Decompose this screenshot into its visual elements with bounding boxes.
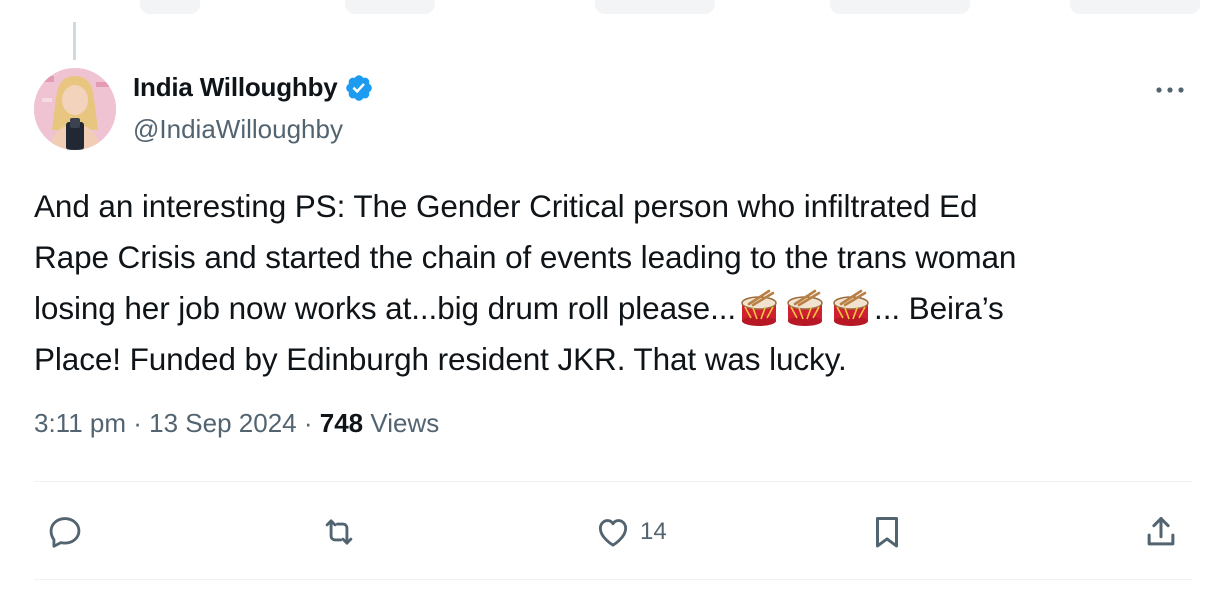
tweet-meta: 3:11 pm · 13 Sep 2024 · 748 Views	[34, 408, 439, 439]
tweet-text-line: losing her job now works at...big drum r…	[34, 283, 1194, 334]
like-count: 14	[640, 518, 667, 545]
author-name-row[interactable]: India Willoughby	[133, 72, 374, 103]
tweet-date[interactable]: 13 Sep 2024	[149, 408, 296, 438]
repost-icon	[320, 513, 358, 551]
previous-tweet-actions-remnant	[0, 0, 1214, 22]
tweet-text-segment: losing her job now works at...big drum r…	[34, 290, 737, 326]
tweet-text-segment: ... Beira’s	[874, 290, 1004, 326]
bookmark-icon	[868, 513, 906, 551]
tweet-text-line: Rape Crisis and started the chain of eve…	[34, 239, 1017, 275]
drum-emoji-icon	[739, 287, 779, 327]
thread-connector-line	[73, 22, 76, 60]
reply-button[interactable]	[46, 510, 84, 554]
meta-separator: ·	[303, 408, 313, 438]
like-button[interactable]: 14	[594, 510, 667, 554]
more-options-icon[interactable]	[1152, 78, 1188, 102]
drum-emoji-icon	[785, 287, 825, 327]
divider	[34, 481, 1192, 482]
views-label[interactable]: Views	[370, 408, 439, 438]
tweet-text-line: Place! Funded by Edinburgh resident JKR.…	[34, 341, 847, 377]
tweet-text-line: And an interesting PS: The Gender Critic…	[34, 188, 978, 224]
author-handle[interactable]: @IndiaWilloughby	[133, 114, 343, 145]
meta-separator: ·	[133, 408, 142, 438]
share-icon	[1142, 513, 1180, 551]
share-button[interactable]	[1142, 510, 1180, 554]
tweet-time[interactable]: 3:11 pm	[34, 408, 126, 438]
repost-button[interactable]	[320, 510, 358, 554]
divider	[34, 579, 1192, 580]
views-count[interactable]: 748	[320, 408, 363, 438]
tweet-text: And an interesting PS: The Gender Critic…	[34, 181, 1194, 385]
bookmark-button[interactable]	[868, 510, 906, 554]
author-display-name[interactable]: India Willoughby	[133, 72, 338, 103]
heart-icon	[594, 513, 632, 551]
avatar[interactable]	[34, 68, 116, 150]
verified-badge-icon[interactable]	[344, 73, 374, 103]
drum-emoji-icon	[831, 287, 871, 327]
reply-icon	[46, 513, 84, 551]
